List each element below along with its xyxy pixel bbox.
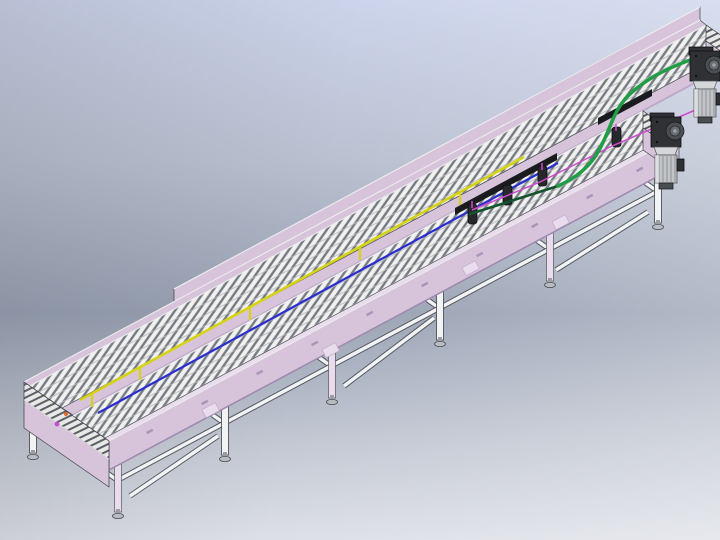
conveyor-model: Support legs, braces and leveling feet	[0, 0, 720, 540]
cad-viewport[interactable]: Support legs, braces and leveling feet	[0, 0, 720, 540]
marker-orange	[64, 412, 68, 416]
marker-magenta	[55, 422, 60, 427]
guide-rail-blue[interactable]: Blue guide rod	[98, 163, 558, 413]
gearmotor-upper[interactable]: Gearmotor - upper lane drive	[689, 47, 720, 123]
upper-lane-bed[interactable]: Upper lane chain bed	[30, 25, 720, 408]
